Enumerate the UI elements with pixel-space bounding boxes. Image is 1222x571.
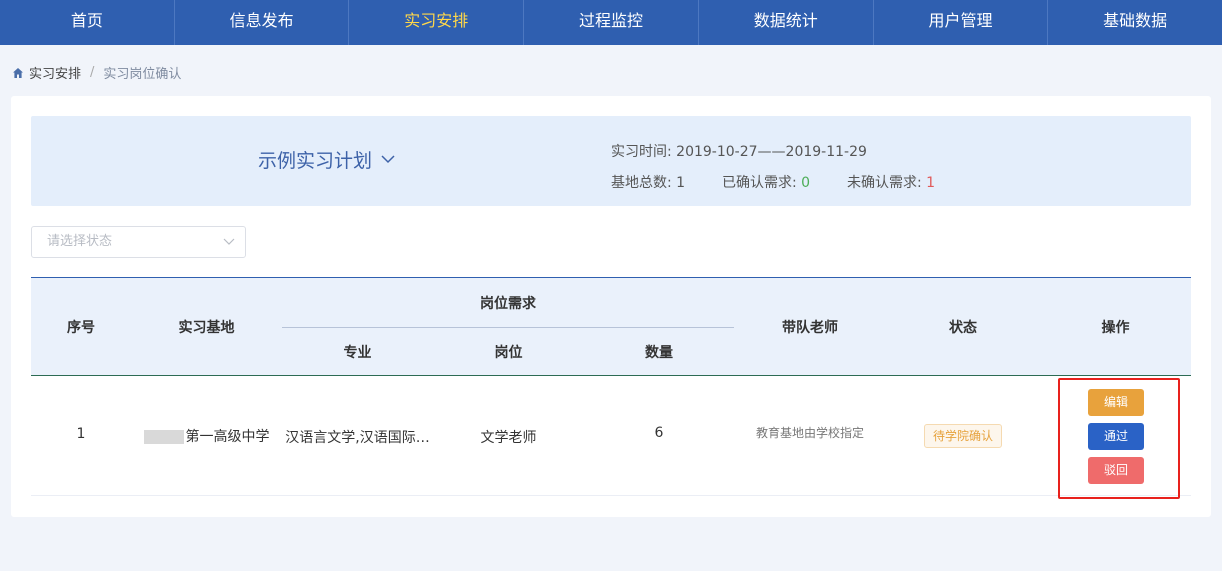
chevron-down-icon: [223, 238, 235, 245]
header-group-divider: [282, 327, 734, 328]
position-table: 序号 实习基地 岗位需求 专业 岗位 数量 带队老师 状态 操作 1 第一高级中…: [31, 277, 1191, 499]
plan-time-value: 2019-10-27——2019-11-29: [676, 144, 867, 160]
nav-item-basic-data[interactable]: 基础数据: [1048, 0, 1222, 45]
plan-time-label: 实习时间:: [611, 144, 672, 160]
breadcrumb-separator: /: [90, 65, 95, 80]
col-header-position: 岗位: [494, 345, 523, 361]
nav-item-home[interactable]: 首页: [0, 0, 175, 45]
table-row: 1 第一高级中学 汉语言文学,汉语国际… 文学老师 6 教育基地由学校指定 待学…: [31, 376, 1191, 499]
col-header-base: 实习基地: [178, 320, 235, 336]
reject-button[interactable]: 驳回: [1088, 457, 1144, 484]
base-total-value: 1: [676, 175, 686, 191]
nav-item-process-monitor[interactable]: 过程监控: [524, 0, 699, 45]
cell-quantity: 6: [654, 425, 664, 441]
plan-name: 示例实习计划: [258, 150, 373, 172]
top-nav: 首页 信息发布 实习安排 过程监控 数据统计 用户管理 基础数据: [0, 0, 1222, 45]
cell-teacher: 教育基地由学校指定: [755, 426, 864, 440]
plan-stats-line: 基地总数: 1 已确认需求: 0 未确认需求: 1: [611, 168, 935, 199]
cell-major: 汉语言文学,汉语国际…: [285, 430, 430, 446]
cell-index: 1: [76, 426, 86, 442]
breadcrumb-link[interactable]: 实习安排: [29, 63, 81, 82]
nav-item-info-publish[interactable]: 信息发布: [175, 0, 350, 45]
confirmed-value: 0: [801, 175, 811, 191]
home-icon: [13, 67, 23, 78]
unconfirmed-label: 未确认需求:: [847, 175, 922, 191]
status-filter-placeholder: 请选择状态: [47, 234, 113, 249]
redacted-block: [143, 430, 184, 444]
plan-info: 实习时间: 2019-10-27——2019-11-29 基地总数: 1 已确认…: [611, 137, 935, 199]
plan-time-line: 实习时间: 2019-10-27——2019-11-29: [611, 137, 935, 168]
status-filter-select[interactable]: 请选择状态: [31, 226, 246, 258]
breadcrumb: 实习安排 / 实习岗位确认: [12, 63, 181, 82]
table-header: 序号 实习基地 岗位需求 专业 岗位 数量 带队老师 状态 操作: [31, 277, 1191, 376]
col-header-demand-group: 岗位需求: [480, 296, 536, 312]
nav-item-statistics[interactable]: 数据统计: [699, 0, 874, 45]
cell-base: 第一高级中学: [131, 426, 282, 446]
status-badge: 待学院确认: [924, 424, 1002, 448]
base-total-label: 基地总数:: [611, 175, 672, 191]
main-card: 示例实习计划 实习时间: 2019-10-27——2019-11-29 基地总数…: [11, 96, 1211, 517]
col-header-quantity: 数量: [645, 345, 673, 361]
confirmed-label: 已确认需求:: [722, 175, 797, 191]
col-header-teacher: 带队老师: [782, 320, 838, 336]
nav-item-internship-arrangement[interactable]: 实习安排: [349, 0, 525, 45]
breadcrumb-current: 实习岗位确认: [103, 67, 182, 82]
col-header-major: 专业: [343, 345, 372, 361]
cell-position: 文学老师: [480, 430, 537, 446]
unconfirmed-value: 1: [926, 175, 936, 191]
col-header-ops: 操作: [1101, 320, 1130, 336]
col-header-index: 序号: [67, 320, 95, 336]
nav-item-user-management[interactable]: 用户管理: [874, 0, 1049, 45]
edit-button[interactable]: 编辑: [1088, 389, 1144, 416]
plan-banner: 示例实习计划 实习时间: 2019-10-27——2019-11-29 基地总数…: [31, 116, 1191, 206]
actions-highlight-box: 编辑 通过 驳回: [1058, 378, 1180, 499]
plan-selector[interactable]: 示例实习计划: [258, 146, 395, 173]
col-header-status: 状态: [949, 320, 977, 336]
approve-button[interactable]: 通过: [1088, 423, 1144, 450]
cell-base-text: 第一高级中学: [185, 429, 270, 445]
chevron-down-icon: [381, 155, 395, 164]
